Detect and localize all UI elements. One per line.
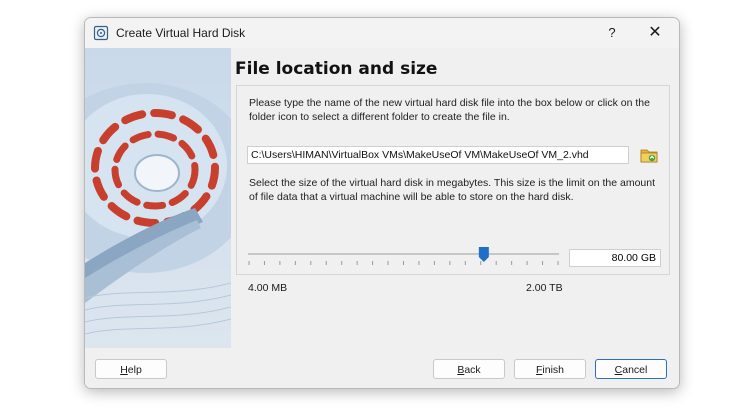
button-bar: Help Back Finish Cancel — [85, 348, 679, 388]
cancel-button[interactable]: Cancel — [595, 359, 667, 379]
size-slider[interactable] — [247, 246, 560, 270]
create-virtual-hard-disk-dialog: Create Virtual Hard Disk ? ✕ File locati — [84, 17, 680, 389]
folder-icon[interactable] — [640, 146, 658, 164]
content-area: File location and size Please type the n… — [231, 48, 679, 348]
size-input[interactable] — [569, 249, 661, 267]
size-min-label: 4.00 MB — [248, 282, 288, 294]
help-button[interactable]: Help — [95, 359, 167, 379]
size-max-label: 2.00 TB — [526, 282, 563, 294]
file-path-input[interactable] — [247, 146, 629, 164]
title-bar[interactable]: Create Virtual Hard Disk ? ✕ — [85, 18, 679, 48]
slider-handle[interactable] — [478, 247, 489, 262]
size-description: Select the size of the virtual hard disk… — [249, 177, 656, 203]
location-description: Please type the name of the new virtual … — [249, 97, 650, 123]
hard-disk-illustration — [85, 48, 231, 348]
file-location-group: Please type the name of the new virtual … — [236, 85, 670, 294]
close-button[interactable]: ✕ — [643, 22, 667, 44]
virtualbox-disk-icon — [93, 25, 109, 41]
finish-button[interactable]: Finish — [514, 359, 586, 379]
slider-ticks — [248, 261, 559, 265]
window-title: Create Virtual Hard Disk — [116, 26, 246, 40]
back-button[interactable]: Back — [433, 359, 505, 379]
page-title: File location and size — [235, 59, 438, 79]
context-help-button[interactable]: ? — [601, 23, 623, 43]
